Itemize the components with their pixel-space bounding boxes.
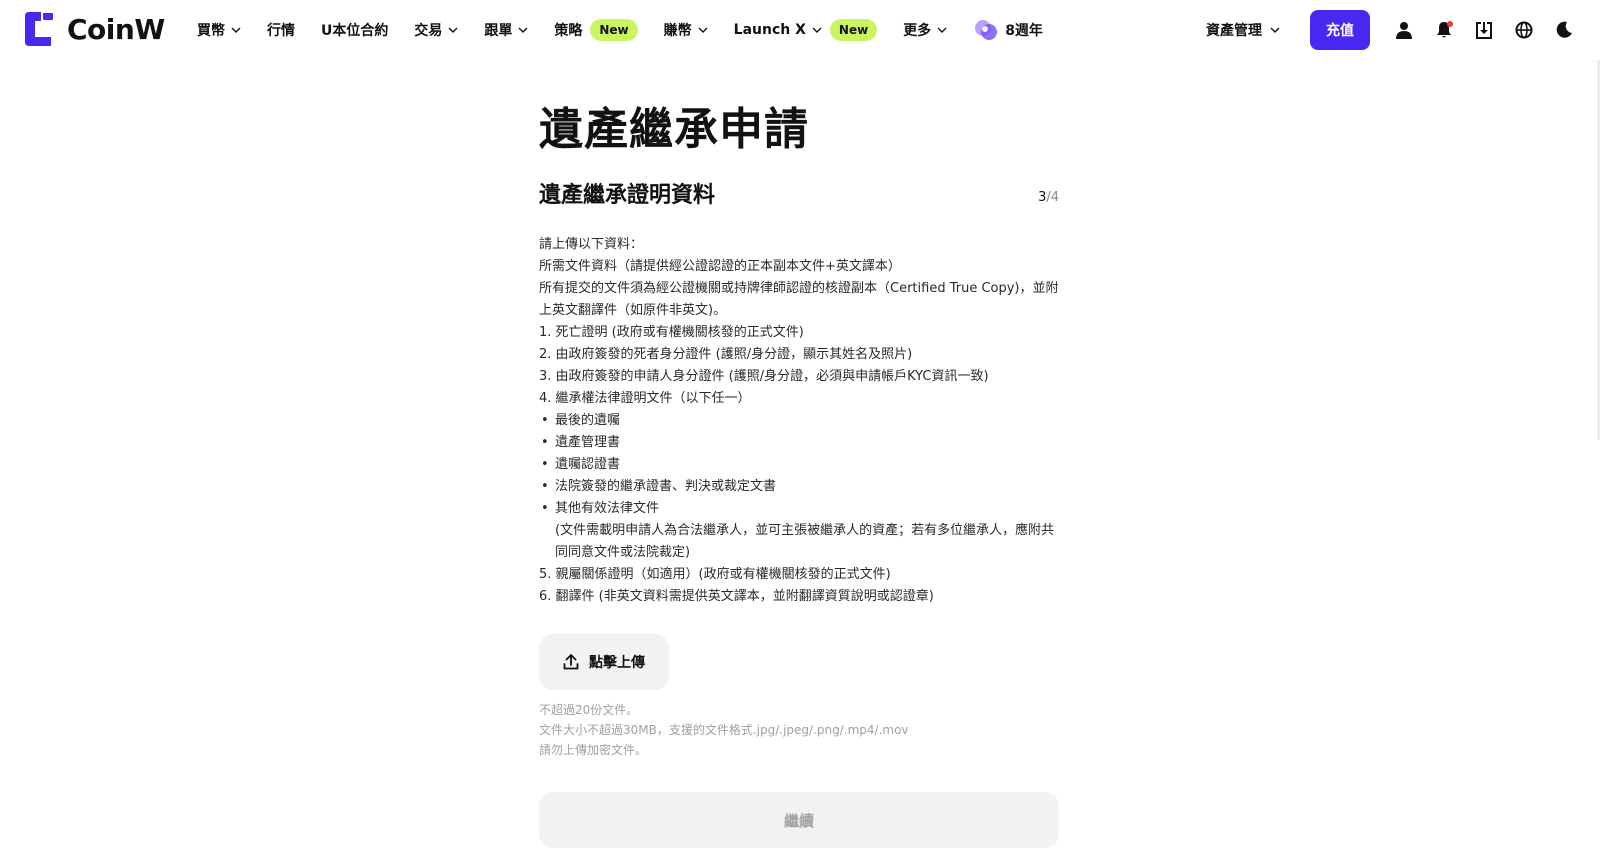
- page-title: 遺產繼承申請: [539, 104, 809, 155]
- chevron-down-icon: [1270, 27, 1280, 33]
- instruction-item: 2. 由政府簽發的死者身分證件 (護照/身分證，顯示其姓名及照片): [539, 347, 913, 362]
- upload-label: 點擊上傳: [589, 655, 645, 671]
- instruction-item: 1. 死亡證明 (政府或有權機關核發的正式文件): [539, 325, 804, 340]
- chevron-down-icon: [812, 27, 822, 33]
- top-navbar: CoinW 買幣 行情 U本位合約 交易 跟單 策略 New 賺幣 Launch…: [0, 0, 1600, 60]
- moon-icon[interactable]: [1554, 20, 1574, 40]
- nav-launch-x[interactable]: Launch X New: [734, 19, 878, 41]
- list-item: 法院簽發的繼承證書、判決或裁定文書: [539, 476, 1059, 498]
- coinw-logo[interactable]: CoinW: [25, 12, 165, 46]
- globe-icon[interactable]: [1514, 20, 1534, 40]
- nav-label: 更多: [903, 23, 932, 39]
- anniversary-icon: [975, 20, 998, 40]
- brand-name: CoinW: [67, 12, 165, 46]
- nav-usdt-futures[interactable]: U本位合約: [321, 20, 388, 40]
- step-indicator: 3/4: [1038, 190, 1059, 205]
- chevron-down-icon: [937, 27, 947, 33]
- instruction-item: 3. 由政府簽發的申請人身分證件 (護照/身分證，必須與申請帳戶KYC資訊一致): [539, 369, 989, 384]
- notification-dot: [1447, 21, 1453, 27]
- step-total: /4: [1046, 190, 1059, 205]
- bell-icon[interactable]: [1434, 20, 1454, 40]
- instruction-item: 6. 翻譯件 (非英文資料需提供英文譯本，並附翻譯資質說明或認證章): [539, 589, 934, 604]
- new-badge: New: [829, 19, 878, 41]
- hint-text: 不超過20份文件。: [539, 703, 639, 717]
- nav-trade[interactable]: 交易: [414, 20, 458, 40]
- instruction-intro: 請上傳以下資料：: [539, 237, 644, 252]
- nav-strategy[interactable]: 策略 New: [554, 19, 638, 41]
- anniversary-label: 8週年: [1005, 23, 1043, 39]
- nav-label: Launch X: [733, 22, 806, 38]
- instruction-line: 所需文件資料（請提供經公證認證的正本副本文件+英文譯本）: [539, 259, 901, 274]
- continue-button[interactable]: 繼續: [539, 792, 1059, 848]
- nav-label: U本位合約: [321, 23, 389, 39]
- upload-hints: 不超過20份文件。 文件大小不超過30MB，支援的文件格式.jpg/.jpeg/…: [539, 700, 1059, 760]
- list-item: 遺產管理書: [539, 432, 1059, 454]
- nav-more[interactable]: 更多: [903, 20, 947, 40]
- list-item: 最後的遺囑: [539, 410, 1059, 432]
- instruction-line: 所有提交的文件須為經公證機關或持牌律師認證的核證副本（Certified Tru…: [539, 281, 1059, 318]
- list-item: 其他有效法律文件: [539, 498, 1059, 520]
- chevron-down-icon: [698, 27, 708, 33]
- coinw-logo-icon: [25, 12, 53, 46]
- new-badge: New: [590, 19, 638, 41]
- instruction-item: 4. 繼承權法律證明文件（以下任一）: [539, 391, 751, 406]
- section-header: 遺產繼承證明資料 3/4: [539, 180, 1059, 212]
- asset-management-label: 資產管理: [1206, 23, 1262, 39]
- chevron-down-icon: [231, 27, 241, 33]
- hint-text: 文件大小不超過30MB，支援的文件格式.jpg/.jpeg/.png/.mp4/…: [539, 723, 909, 737]
- nav-label: 賺幣: [663, 23, 692, 39]
- main-nav: 買幣 行情 U本位合約 交易 跟單 策略 New 賺幣 Launch X New: [197, 0, 1069, 60]
- list-item: 遺囑認證書: [539, 454, 1059, 476]
- download-icon[interactable]: [1474, 20, 1494, 40]
- header-actions: 資產管理 充值: [1206, 0, 1600, 60]
- upload-icon: [563, 654, 579, 670]
- nav-anniversary[interactable]: 8週年: [973, 17, 1043, 43]
- section-title: 遺產繼承證明資料: [539, 183, 716, 208]
- upload-instructions: 請上傳以下資料： 所需文件資料（請提供經公證認證的正本副本文件+英文譯本） 所有…: [539, 234, 1059, 608]
- upload-button[interactable]: 點擊上傳: [539, 634, 669, 690]
- nav-copy-trading[interactable]: 跟單: [484, 20, 528, 40]
- chevron-down-icon: [448, 27, 458, 33]
- nav-label: 跟單: [484, 23, 513, 39]
- user-icon[interactable]: [1394, 20, 1414, 40]
- nav-markets[interactable]: 行情: [267, 20, 295, 40]
- nav-label: 交易: [414, 23, 443, 39]
- asset-management-menu[interactable]: 資產管理: [1206, 20, 1280, 40]
- legal-document-list: 最後的遺囑 遺產管理書 遺囑認證書 法院簽發的繼承證書、判決或裁定文書 其他有效…: [539, 410, 1059, 520]
- deposit-button[interactable]: 充值: [1310, 10, 1370, 50]
- nav-earn[interactable]: 賺幣: [664, 20, 708, 40]
- bullet-note: (文件需載明申請人為合法繼承人，並可主張被繼承人的資產；若有多位繼承人，應附共同…: [555, 523, 1055, 560]
- instruction-item: 5. 親屬關係證明（如適用）(政府或有權機關核發的正式文件): [539, 567, 891, 582]
- nav-buy-crypto[interactable]: 買幣: [197, 20, 241, 40]
- chevron-down-icon: [518, 27, 528, 33]
- hint-text: 請勿上傳加密文件。: [539, 743, 648, 757]
- nav-label: 買幣: [197, 23, 225, 39]
- nav-label: 行情: [267, 23, 295, 39]
- nav-label: 策略: [554, 23, 583, 39]
- inheritance-form: 遺產繼承申請 遺產繼承證明資料 3/4 請上傳以下資料： 所需文件資料（請提供經…: [539, 100, 1059, 848]
